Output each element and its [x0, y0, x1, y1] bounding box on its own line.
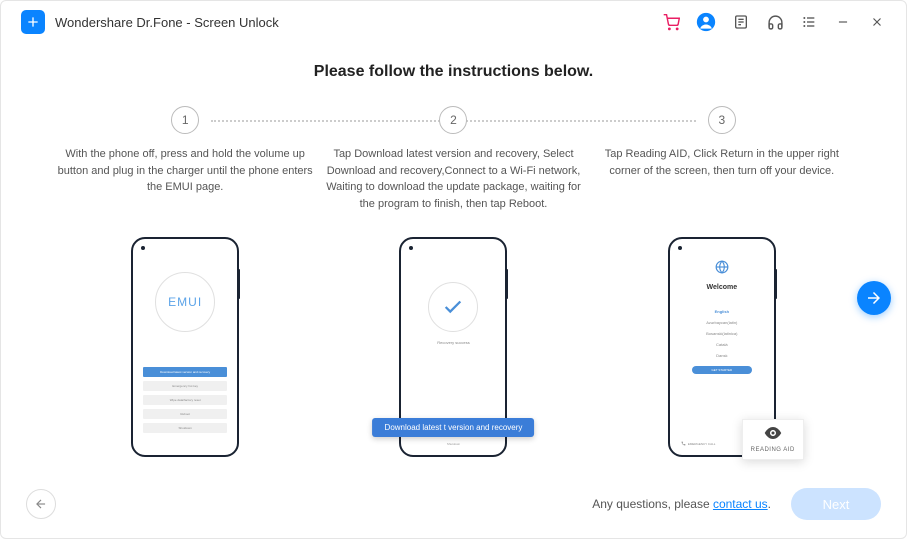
emui-btn: Emergency hot key [143, 381, 227, 391]
welcome-title: Welcome [673, 284, 771, 291]
emui-btn: Shutdown [143, 423, 227, 433]
arrow-right-icon [865, 289, 883, 307]
contact-us-link[interactable]: contact us [713, 497, 768, 511]
lang-item: Bosanski(latinica) [673, 331, 771, 336]
lang-item: Català [673, 342, 771, 347]
phone-illustration-recovery: Recovery success Shutdown Download lates… [399, 237, 507, 457]
language-list: English Azərbaycan(latin) Bosanski(latin… [673, 309, 771, 358]
lang-item: Dansk [673, 353, 771, 358]
step-number: 2 [439, 106, 467, 134]
phone-illustration-welcome: Welcome English Azərbaycan(latin) Bosans… [668, 237, 776, 457]
reading-aid-popup: READING AID [742, 419, 804, 460]
recovery-success-text: Recovery success [404, 340, 502, 345]
globe-icon [673, 260, 771, 279]
app-logo-icon [21, 10, 45, 34]
download-tooltip: Download latest t version and recovery [373, 418, 535, 437]
step-text: Tap Download latest version and recovery… [319, 146, 587, 212]
page-heading: Please follow the instructions below. [51, 63, 856, 81]
back-button[interactable] [26, 489, 56, 519]
footer-question: Any questions, please contact us. [592, 497, 771, 511]
menu-icon[interactable] [800, 13, 818, 31]
app-title: Wondershare Dr.Fone - Screen Unlock [55, 15, 662, 30]
checkmark-icon [428, 282, 478, 332]
get-started-btn: GET STARTED [692, 366, 752, 374]
minimize-icon[interactable] [834, 13, 852, 31]
notes-icon[interactable] [732, 13, 750, 31]
emui-btn-primary: Download latest version and recovery [143, 367, 227, 377]
user-icon[interactable] [696, 12, 716, 32]
arrow-left-icon [34, 497, 48, 511]
lang-item: Azərbaycan(latin) [673, 320, 771, 325]
step-number: 3 [708, 106, 736, 134]
close-icon[interactable] [868, 13, 886, 31]
step-number: 1 [171, 106, 199, 134]
float-next-button[interactable] [857, 281, 891, 315]
eye-icon [764, 427, 782, 439]
emergency-call: EMERGENCY CALL [681, 441, 716, 446]
cart-icon[interactable] [662, 13, 680, 31]
emui-btn: Wipe data/factory reset [143, 395, 227, 405]
step-text: Tap Reading AID, Click Return in the upp… [588, 146, 856, 179]
lang-item: English [673, 309, 771, 314]
reading-aid-label: READING AID [751, 447, 795, 453]
emui-btn: Reboot [143, 409, 227, 419]
step-text: With the phone off, press and hold the v… [51, 146, 319, 196]
phone2-footer: Shutdown [404, 442, 502, 446]
phone-illustration-emui: EMUI Download latest version and recover… [131, 237, 239, 457]
next-button[interactable]: Next [791, 488, 881, 520]
emui-logo: EMUI [155, 272, 215, 332]
headset-icon[interactable] [766, 13, 784, 31]
